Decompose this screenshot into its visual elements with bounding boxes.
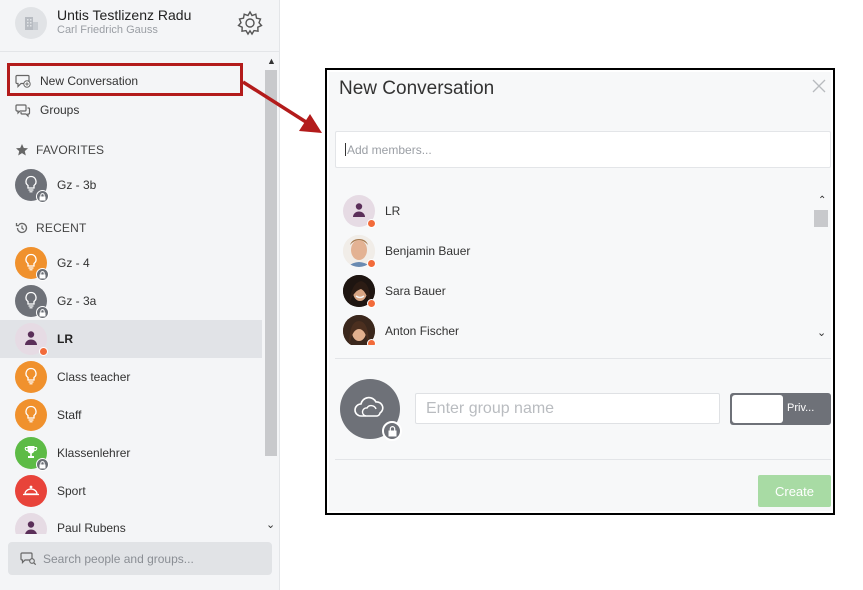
conversation-item-active[interactable]: LR [0,320,262,358]
conversation-item[interactable]: Sport [0,472,262,510]
group-avatar [15,437,49,471]
conversation-label: Klassenlehrer [57,446,131,460]
user-avatar [15,513,47,534]
lock-icon [36,190,49,203]
profile-header: Untis Testlizenz Radu Carl Friedrich Gau… [0,0,280,52]
cloud-icon [352,394,388,425]
member-item[interactable]: Benjamin Bauer [335,231,815,271]
lock-icon [36,306,49,319]
chevron-down-icon[interactable]: ⌄ [266,518,275,531]
recent-label: RECENT [36,221,87,235]
group-avatar [15,399,47,431]
dialog-title: New Conversation [339,78,495,99]
lock-icon [382,421,402,441]
group-avatar-picker[interactable] [340,379,402,441]
conversation-label: LR [57,332,73,346]
group-avatar [15,247,49,281]
privacy-label: Priv... [787,402,815,414]
create-button[interactable]: Create [758,475,831,507]
add-members-input[interactable]: Add members... [335,131,831,168]
groups-label: Groups [40,103,80,117]
member-name: Benjamin Bauer [385,244,471,258]
toggle-knob [732,395,783,423]
conversation-item[interactable]: Paul Rubens [0,510,262,534]
conversation-item[interactable]: Staff [0,396,262,434]
conversation-item[interactable]: Class teacher [0,358,262,396]
online-status-dot [367,259,376,268]
scrollbar-thumb[interactable] [265,70,277,456]
lightbulb-icon [23,367,39,388]
profile-name: Untis Testlizenz Radu [57,7,192,23]
conversation-label: Staff [57,408,82,422]
new-conversation-dialog: New Conversation Add members... LR Benja… [325,68,835,515]
divider [335,459,831,460]
groups-chat-icon [14,101,32,119]
photo-avatar-icon [343,235,376,268]
online-status-dot [367,339,376,345]
lightbulb-icon [23,405,39,426]
whistle-icon [22,483,40,500]
gear-icon[interactable] [236,9,264,37]
member-name: Sara Bauer [385,284,446,298]
search-input[interactable]: Search people and groups... [8,542,272,575]
school-building-icon [15,7,47,39]
conversation-label: Gz - 3b [57,178,97,192]
online-status-dot [367,219,376,228]
online-status-dot [367,299,376,308]
chevron-down-icon[interactable]: ⌄ [817,326,826,339]
scroll-up-icon[interactable]: ▲ [267,56,276,66]
photo-avatar-icon [343,315,376,345]
add-members-placeholder: Add members... [347,142,432,157]
group-avatar [15,475,47,507]
chevron-up-icon[interactable]: ⌃ [818,195,826,206]
person-icon [24,330,38,349]
history-icon [14,220,30,236]
search-placeholder: Search people and groups... [43,551,194,566]
groups-link[interactable]: Groups [0,97,262,123]
conversation-label: Gz - 3a [57,294,97,308]
conversation-label: Gz - 4 [57,256,90,270]
person-icon [24,520,38,534]
text-caret [345,143,346,156]
sidebar-scrollbar[interactable]: ▲ ⌄ [264,56,278,536]
conversation-label: Class teacher [57,370,131,384]
member-list: LR Benjamin Bauer Sara Bauer Anton Fisch… [329,191,831,345]
member-item[interactable]: Anton Fischer [335,311,815,345]
group-name-input[interactable]: Enter group name [415,393,720,424]
profile-subtitle: Carl Friedrich Gauss [57,24,158,36]
user-avatar [15,323,48,356]
member-item[interactable]: Sara Bauer [335,271,815,311]
conversation-item[interactable]: Gz - 3b [0,166,262,204]
divider [335,358,831,359]
privacy-toggle[interactable]: Priv... [730,393,831,425]
close-icon[interactable] [811,78,827,94]
star-icon [14,142,30,158]
recent-heading: RECENT [0,218,262,238]
person-icon [352,202,366,221]
photo-avatar-icon [343,275,376,308]
member-name: LR [385,204,401,218]
group-name-placeholder: Enter group name [426,399,555,417]
search-chat-icon [19,550,37,568]
lock-icon [36,458,49,471]
online-status-dot [39,347,48,356]
member-name: Anton Fischer [385,324,460,338]
conversation-label: Sport [57,484,86,498]
conversation-item[interactable]: Gz - 3a [0,282,262,320]
favorites-label: FAVORITES [36,143,105,157]
conversation-item[interactable]: Klassenlehrer [0,434,262,472]
group-avatar [15,361,47,393]
user-avatar [343,195,376,228]
highlight-box [7,63,243,96]
scrollbar-thumb[interactable] [814,210,828,227]
group-avatar [15,169,49,203]
dialog-body: New Conversation Add members... LR Benja… [329,72,831,511]
lock-icon [36,268,49,281]
group-avatar [15,285,49,319]
conversation-item[interactable]: Gz - 4 [0,244,262,282]
member-item[interactable]: LR [335,191,815,231]
favorites-heading: FAVORITES [0,140,262,160]
conversation-label: Paul Rubens [57,521,126,534]
